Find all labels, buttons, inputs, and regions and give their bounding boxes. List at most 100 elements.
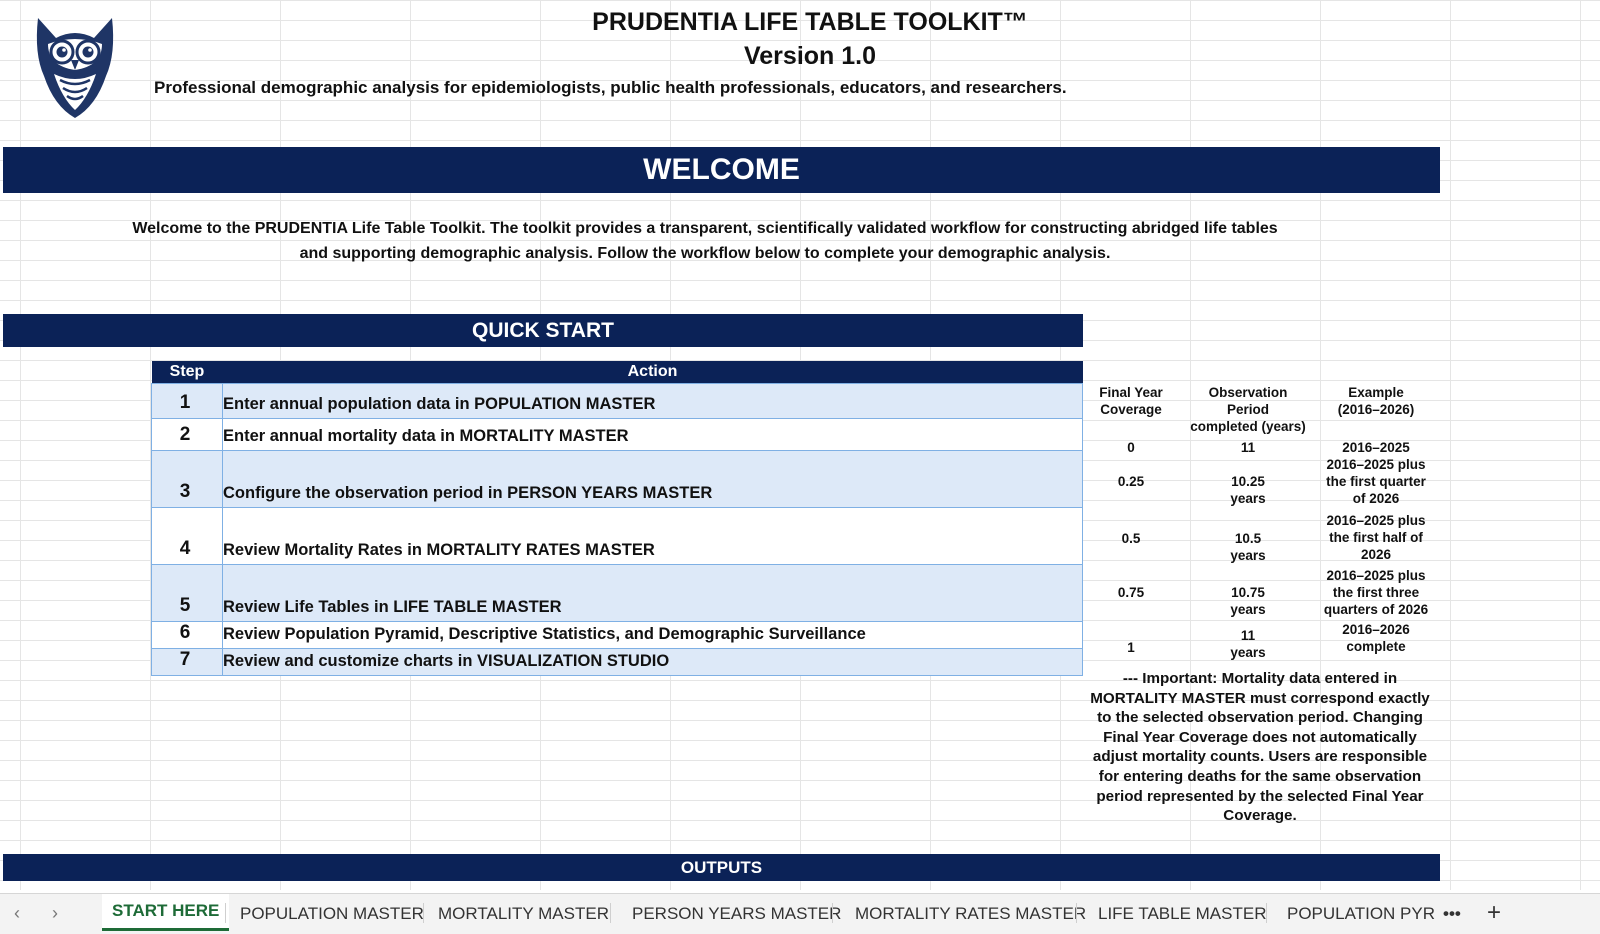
example-line: quarters of 2026 (1323, 602, 1429, 617)
coverage-value[interactable]: 0.25 (1083, 473, 1179, 490)
action-column-header: Action (222, 361, 1083, 384)
quick-start-banner: QUICK START (3, 314, 1083, 347)
tab-divider (610, 903, 611, 923)
header-line: Final Year (1099, 385, 1163, 400)
period-number: 10.5 (1234, 531, 1262, 546)
tab-start-here[interactable]: START HERE (102, 894, 230, 931)
header-line: completed (years) (1190, 419, 1306, 434)
example-value: 2016–2025 plus the first quarter of 2026 (1311, 456, 1441, 507)
tab-population-pyr[interactable]: POPULATION PYR (1287, 904, 1435, 924)
example-line: 2026 (1360, 547, 1392, 562)
example-value: 2016–2025 plus the first three quarters … (1311, 567, 1441, 618)
table-row[interactable]: 1 Enter annual population data in POPULA… (151, 383, 1083, 419)
step-number: 2 (151, 418, 223, 451)
tagline: Professional demographic analysis for ep… (154, 78, 1067, 97)
header-line: Observation (1208, 385, 1288, 400)
period-unit: years (1230, 645, 1266, 660)
step-action: Review Life Tables in LIFE TABLE MASTER (222, 564, 1083, 622)
example-line: the first half of (1329, 530, 1423, 545)
tab-divider (1076, 903, 1077, 923)
example-line: the first three (1332, 585, 1420, 600)
period-unit: years (1230, 491, 1266, 506)
header-line: (2016–2026) (1337, 402, 1415, 417)
table-row[interactable]: 7 Review and customize charts in VISUALI… (151, 648, 1083, 676)
example-value: 2016–2025 plus the first half of 2026 (1311, 512, 1441, 563)
app-title: PRUDENTIA LIFE TABLE TOOLKIT™ (592, 8, 1028, 36)
example-line: 2016–2025 plus (1326, 513, 1426, 528)
tab-divider (423, 903, 424, 923)
coverage-value[interactable]: 1 (1083, 639, 1179, 656)
example-value: 2016–2026 complete (1311, 621, 1441, 655)
period-unit: years (1230, 602, 1266, 617)
note-line: to the selected observation period. Chan… (1097, 709, 1423, 727)
table-row[interactable]: 6 Review Population Pyramid, Descriptive… (151, 621, 1083, 649)
sheet-tab-bar: ‹ › START HERE POPULATION MASTER MORTALI… (0, 893, 1600, 934)
note-line: Final Year Coverage does not automatical… (1103, 728, 1417, 746)
example-line: the first quarter (1326, 474, 1426, 489)
welcome-text-line1: Welcome to the PRUDENTIA Life Table Tool… (132, 220, 1278, 237)
tab-divider (832, 903, 833, 923)
note-line: --- Important: Mortality data entered in (1122, 670, 1398, 687)
note-line: for entering deaths for the same observa… (1098, 767, 1422, 785)
note-line: adjust mortality counts. Users are respo… (1092, 748, 1428, 766)
step-number: 1 (151, 383, 223, 419)
table-row[interactable]: 4 Review Mortality Rates in MORTALITY RA… (151, 507, 1083, 565)
step-number: 5 (151, 564, 223, 622)
header-line: Period (1226, 402, 1269, 417)
version-label: Version 1.0 (743, 42, 877, 70)
observation-period-header: Observation Period completed (years) (1183, 384, 1313, 435)
step-number: 6 (151, 621, 223, 649)
step-action: Review Population Pyramid, Descriptive S… (222, 621, 1083, 649)
step-action: Enter annual population data in POPULATI… (222, 383, 1083, 419)
welcome-text-line2: and supporting demographic analysis. Fol… (299, 245, 1111, 262)
period-number: 10.25 (1231, 474, 1265, 489)
period-value: 10.5 years (1183, 530, 1313, 564)
add-sheet-button[interactable]: + (1487, 899, 1501, 927)
step-column-header: Step (151, 361, 223, 384)
tab-mortality-master[interactable]: MORTALITY MASTER (438, 904, 609, 924)
step-number: 7 (151, 648, 223, 676)
owl-logo (36, 18, 114, 118)
tab-life-table-master[interactable]: LIFE TABLE MASTER (1098, 904, 1266, 924)
note-line: Coverage. (1223, 807, 1297, 825)
coverage-value[interactable]: 0.5 (1083, 530, 1179, 547)
example-line: 2016–2026 (1342, 622, 1410, 637)
period-value: 11 (1240, 440, 1256, 455)
tab-mortality-rates-master[interactable]: MORTALITY RATES MASTER (855, 904, 1086, 924)
step-action: Review Mortality Rates in MORTALITY RATE… (222, 507, 1083, 565)
outputs-banner: OUTPUTS (3, 854, 1440, 881)
example-value: 2016–2025 (1342, 440, 1410, 455)
example-header: Example (2016–2026) (1311, 384, 1441, 418)
step-number: 4 (151, 507, 223, 565)
note-line: MORTALITY MASTER must correspond exactly (1090, 689, 1430, 707)
final-year-coverage-header: Final Year Coverage (1083, 384, 1179, 418)
tab-population-master[interactable]: POPULATION MASTER (240, 904, 424, 924)
step-action: Enter annual mortality data in MORTALITY… (222, 418, 1083, 451)
table-row[interactable]: 5 Review Life Tables in LIFE TABLE MASTE… (151, 564, 1083, 622)
step-action: Configure the observation period in PERS… (222, 450, 1083, 508)
tab-divider (1266, 903, 1267, 923)
note-line: period represented by the selected Final… (1096, 787, 1424, 805)
table-row[interactable]: 3 Configure the observation period in PE… (151, 450, 1083, 508)
period-value: 10.75 years (1183, 584, 1313, 618)
quick-start-table: Step Action 1 Enter annual population da… (151, 361, 1083, 676)
period-unit: years (1230, 548, 1266, 563)
header-line: Coverage (1100, 402, 1162, 417)
welcome-banner: WELCOME (3, 147, 1440, 193)
period-value: 11 years (1183, 627, 1313, 661)
chevron-left-icon[interactable]: ‹ (14, 903, 20, 924)
table-row[interactable]: 2 Enter annual mortality data in MORTALI… (151, 418, 1083, 451)
more-tabs-button[interactable]: ••• (1443, 904, 1461, 924)
chevron-right-icon[interactable]: › (52, 903, 58, 924)
example-line: of 2026 (1352, 491, 1400, 506)
coverage-value[interactable]: 0 (1083, 439, 1179, 456)
coverage-value[interactable]: 0.75 (1083, 584, 1179, 601)
tab-divider (225, 903, 226, 923)
important-note: --- Important: Mortality data entered in… (1085, 669, 1435, 826)
example-line: complete (1346, 639, 1406, 654)
header-line: Example (1348, 385, 1404, 400)
tab-person-years-master[interactable]: PERSON YEARS MASTER (632, 904, 841, 924)
period-number: 10.75 (1231, 585, 1265, 600)
welcome-text: Welcome to the PRUDENTIA Life Table Tool… (120, 216, 1290, 266)
step-action: Review and customize charts in VISUALIZA… (222, 648, 1083, 676)
